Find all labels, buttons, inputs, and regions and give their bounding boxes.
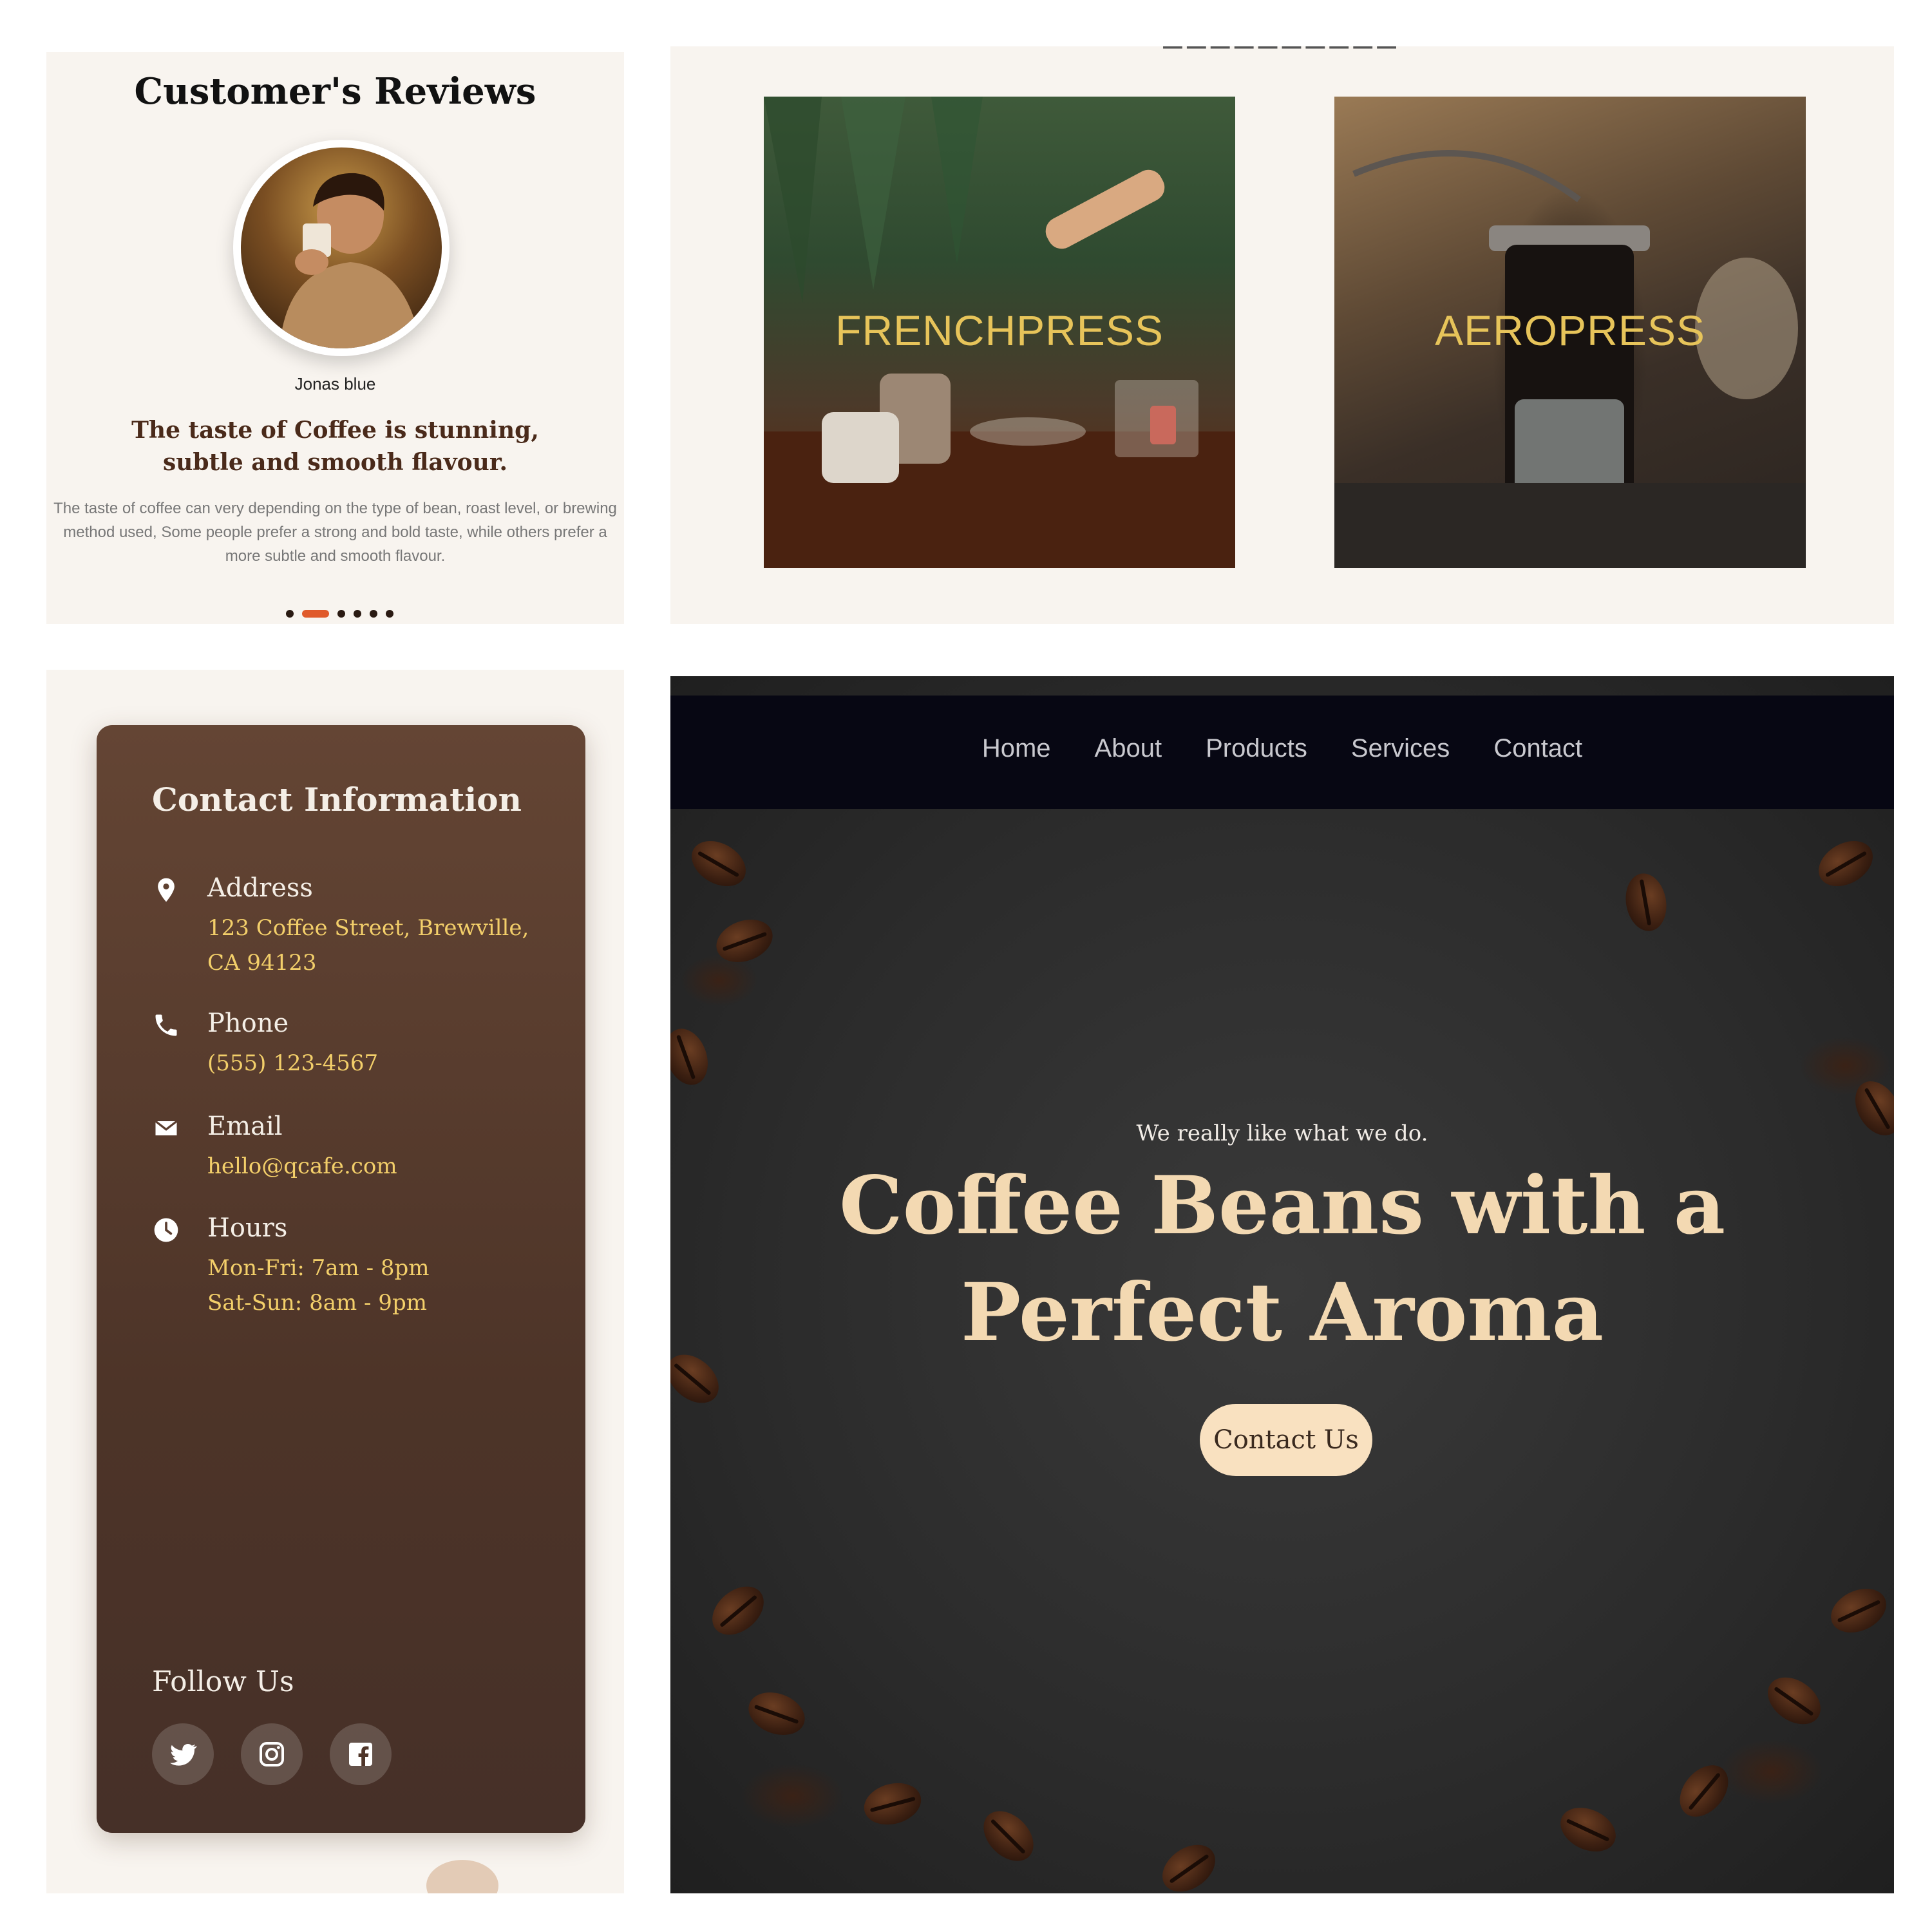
- slider-dot[interactable]: [354, 610, 361, 618]
- section-heading-cropped: ──────────: [1163, 46, 1401, 66]
- nav-links: Home About Products Services Contact: [670, 734, 1894, 763]
- review-slider-dots: [286, 610, 393, 618]
- hero-headline: Coffee Beans with a Perfect Aroma: [767, 1153, 1797, 1367]
- brewing-methods-section: ────────── FRENCHPRESS AEROPRESS: [670, 46, 1894, 624]
- slider-dot[interactable]: [386, 610, 393, 618]
- coffee-bean: [1759, 1667, 1830, 1734]
- envelope-icon: [155, 1120, 178, 1135]
- coffee-bean: [743, 1685, 811, 1743]
- coffee-bean: [1553, 1799, 1623, 1861]
- coffee-bean: [683, 831, 754, 896]
- contact-us-button[interactable]: Contact Us: [1200, 1404, 1372, 1476]
- nav-products[interactable]: Products: [1206, 734, 1307, 763]
- reviewer-name: Jonas blue: [294, 374, 376, 393]
- nav-about[interactable]: About: [1095, 734, 1162, 763]
- email-line[interactable]: hello@qcafe.com: [207, 1149, 397, 1184]
- nav-services[interactable]: Services: [1351, 734, 1450, 763]
- coffee-bean: [1810, 831, 1881, 896]
- phone-label: Phone: [207, 1009, 289, 1038]
- coffee-bean: [703, 1577, 773, 1645]
- hours-value: Mon-Fri: 7am - 8pm Sat-Sun: 8am - 9pm: [207, 1251, 430, 1320]
- contact-card: Contact Information Address 123 Coffee S…: [97, 725, 585, 1833]
- email-label: Email: [207, 1112, 283, 1141]
- contact-heading: Contact Information: [152, 781, 522, 819]
- coffee-bean: [670, 1345, 728, 1413]
- frenchpress-card[interactable]: FRENCHPRESS: [764, 97, 1235, 568]
- review-body: The taste of coffee can very depending o…: [53, 500, 617, 565]
- phone-value[interactable]: (555) 123-4567: [207, 1046, 378, 1081]
- slider-dot[interactable]: [370, 610, 377, 618]
- reviewer-avatar: [233, 140, 450, 356]
- instagram-link[interactable]: [241, 1723, 303, 1785]
- instagram-icon: [260, 1742, 284, 1766]
- decorative-blob: [426, 1860, 498, 1893]
- slider-dot[interactable]: [337, 610, 345, 618]
- phone-icon: [155, 1014, 177, 1036]
- slider-dot[interactable]: [302, 610, 329, 618]
- nav-home[interactable]: Home: [982, 734, 1051, 763]
- coffee-bean: [1153, 1835, 1224, 1893]
- frenchpress-label: FRENCHPRESS: [835, 307, 1164, 354]
- coffee-bean: [670, 1023, 715, 1091]
- reviewer-photo: [241, 147, 442, 348]
- hero-tagline: We really like what we do.: [1136, 1121, 1428, 1146]
- hours-line: Mon-Fri: 7am - 8pm: [207, 1255, 430, 1281]
- twitter-icon: [170, 1743, 197, 1766]
- reviews-section: Customer's Reviews Jonas blue The taste …: [46, 52, 624, 624]
- facebook-icon: [349, 1743, 372, 1766]
- person-drinking-coffee-illustration: [279, 173, 421, 348]
- coffee-bean: [974, 1801, 1043, 1871]
- address-value: 123 Coffee Street, Brewville, CA 94123: [207, 911, 529, 980]
- follow-us-label: Follow Us: [152, 1665, 294, 1698]
- coffee-bean: [1621, 870, 1671, 934]
- phone-line[interactable]: (555) 123-4567: [207, 1046, 378, 1081]
- reviews-title: Customer's Reviews: [134, 70, 536, 113]
- coffee-bean: [1824, 1580, 1893, 1642]
- coffee-bean: [710, 912, 779, 970]
- hero-section: Home About Products Services Contact We …: [670, 676, 1894, 1893]
- contact-section: Contact Information Address 123 Coffee S…: [46, 670, 624, 1893]
- top-navigation: Home About Products Services Contact: [670, 696, 1894, 809]
- address-line: CA 94123: [207, 950, 317, 976]
- twitter-link[interactable]: [152, 1723, 214, 1785]
- email-value[interactable]: hello@qcafe.com: [207, 1149, 397, 1184]
- hours-label: Hours: [207, 1213, 288, 1243]
- coffee-bean: [1670, 1756, 1738, 1826]
- hero-headline-line: Coffee Beans with a: [838, 1159, 1726, 1253]
- coffee-bean: [859, 1777, 926, 1831]
- nav-contact[interactable]: Contact: [1493, 734, 1582, 763]
- address-label: Address: [207, 873, 313, 903]
- location-pin-icon: [158, 878, 175, 902]
- slider-dot[interactable]: [286, 610, 294, 618]
- clock-icon: [154, 1218, 178, 1242]
- address-line: 123 Coffee Street, Brewville,: [207, 915, 529, 941]
- facebook-link[interactable]: [330, 1723, 392, 1785]
- aeropress-card[interactable]: AEROPRESS: [1334, 97, 1806, 568]
- aeropress-label: AEROPRESS: [1435, 307, 1705, 354]
- hero-headline-line: Perfect Aroma: [960, 1266, 1604, 1359]
- review-quote: The taste of Coffee is stunning, subtle …: [131, 417, 539, 476]
- hours-line: Sat-Sun: 8am - 9pm: [207, 1290, 427, 1316]
